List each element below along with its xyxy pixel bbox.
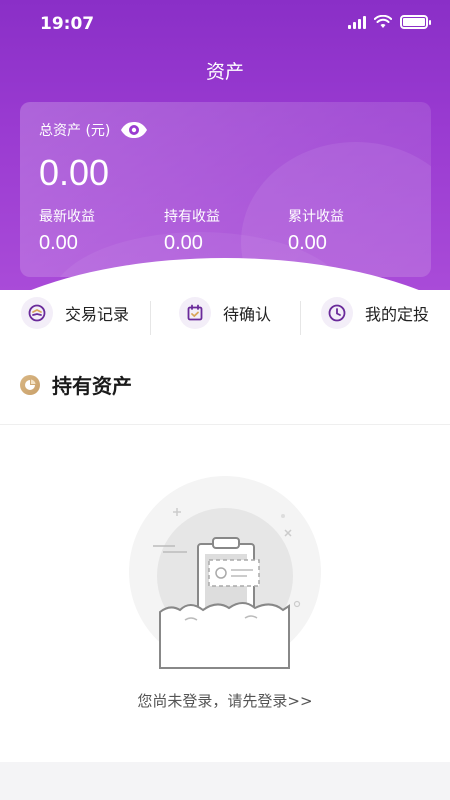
- divider: [0, 424, 450, 425]
- login-prompt-link[interactable]: 您尚未登录，请先登录>>: [0, 690, 450, 711]
- calendar-check-icon: [178, 297, 211, 329]
- stat-label: 持有收益: [164, 209, 220, 225]
- status-icons: [348, 15, 431, 29]
- holdings-title: 持有资产: [52, 374, 132, 398]
- quick-actions-bar: 交易记录 待确认 我的定投: [0, 292, 450, 335]
- quick-action-pending-confirm[interactable]: 待确认: [150, 297, 300, 335]
- transaction-record-icon: [20, 297, 53, 329]
- quick-action-my-fixed-investment[interactable]: 我的定投: [300, 297, 450, 335]
- stat-cumulative-earnings: 累计收益 0.00: [288, 206, 344, 255]
- battery-icon: [400, 15, 431, 29]
- empty-state-clipboard-icon: [129, 476, 321, 669]
- page-title: 资产: [205, 61, 244, 83]
- stat-latest-earnings: 最新收益 0.00: [39, 206, 95, 255]
- quick-action-transaction-record[interactable]: 交易记录: [0, 297, 150, 329]
- total-assets-value: 0.00: [39, 152, 110, 193]
- asset-summary-card: 总资产 (元) 0.00 最新收益 0.00 持有收益 0.00 累计收益 0.…: [20, 102, 431, 277]
- pie-chart-icon: [20, 374, 40, 395]
- stat-label: 最新收益: [39, 209, 95, 225]
- status-bar: 19:07: [0, 0, 450, 48]
- quick-action-label: 我的定投: [364, 305, 429, 324]
- clock-icon: [320, 297, 353, 329]
- stat-holding-earnings: 持有收益 0.00: [164, 206, 220, 255]
- quick-action-label: 待确认: [222, 305, 271, 324]
- bottom-area: [0, 762, 450, 800]
- total-assets-label: 总资产 (元): [39, 123, 111, 139]
- quick-action-label: 交易记录: [64, 305, 129, 324]
- stat-value: 0.00: [39, 232, 78, 254]
- cellular-signal-icon: [348, 15, 366, 29]
- eye-icon[interactable]: [120, 121, 148, 139]
- total-assets-label-row: 总资产 (元): [39, 120, 148, 140]
- holdings-section-header: 持有资产: [20, 370, 132, 399]
- wifi-icon: [374, 15, 392, 28]
- stat-label: 累计收益: [288, 209, 344, 225]
- status-time: 19:07: [40, 14, 95, 34]
- stat-value: 0.00: [288, 232, 327, 254]
- stat-value: 0.00: [164, 232, 203, 254]
- header-background: 19:07 资产 总资产 (元) 0.00 最新收益 0.00 持有收益 0.0…: [0, 0, 450, 290]
